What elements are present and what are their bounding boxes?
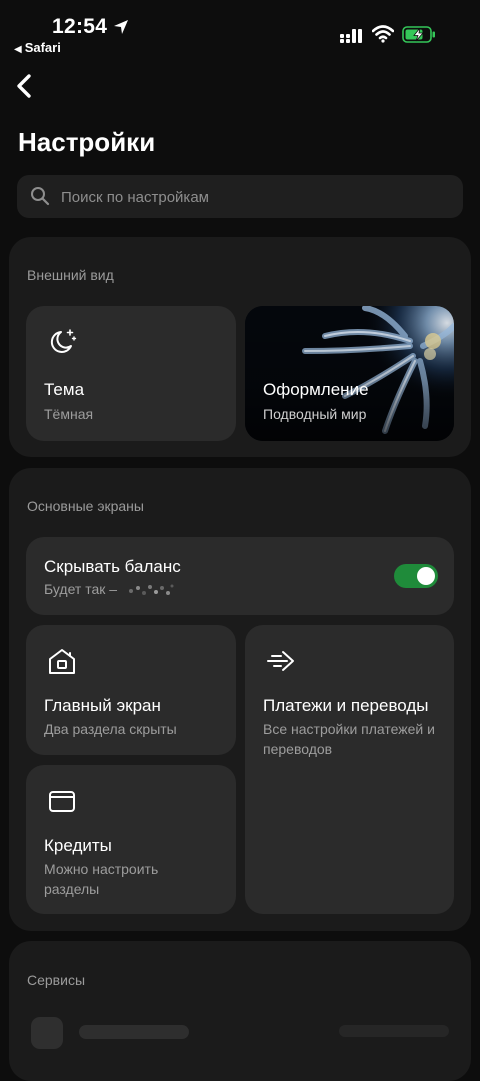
home-screen-title: Главный экран: [44, 696, 161, 715]
wifi-icon: [372, 25, 394, 43]
appearance-section-title: Внешний вид: [27, 267, 114, 283]
services-section: Сервисы: [9, 941, 471, 1081]
design-card[interactable]: Оформление Подводный мир: [245, 306, 454, 441]
credits-card[interactable]: Кредиты Можно настроить разделы: [26, 765, 236, 914]
home-screen-card[interactable]: Главный экран Два раздела скрыты: [26, 625, 236, 755]
main-screens-section-title: Основные экраны: [27, 498, 144, 514]
location-arrow-icon: [114, 20, 128, 34]
wallet-icon: [49, 791, 75, 812]
page-title: Настройки: [18, 127, 156, 157]
hide-balance-subtitle-text: Будет так –: [44, 581, 118, 597]
credits-subtitle: Можно настроить разделы: [44, 861, 159, 897]
house-icon: [49, 649, 75, 674]
hidden-balance-dots: [128, 584, 174, 596]
hide-balance-subtitle: Будет так –: [44, 579, 175, 599]
search-icon: [31, 187, 50, 206]
hide-balance-toggle[interactable]: [394, 564, 438, 588]
services-section-title: Сервисы: [27, 972, 86, 988]
main-screens-section: Основные экраны Скрывать баланс Будет та…: [9, 468, 471, 931]
payments-card[interactable]: Платежи и переводы Все настройки платеже…: [245, 625, 454, 914]
theme-subtitle: Тёмная: [44, 406, 94, 422]
search-input[interactable]: [59, 175, 443, 220]
arrow-right-motion-icon: [267, 651, 294, 671]
battery-charging-icon: [402, 26, 435, 43]
status-bar: 12:54 ◀ Safari: [0, 0, 480, 60]
payments-subtitle: Все настройки платежей и переводов: [263, 721, 435, 757]
hide-balance-title: Скрывать баланс: [44, 557, 181, 576]
service-icon-placeholder: [31, 1017, 63, 1049]
service-row-blurred[interactable]: [27, 1011, 457, 1051]
toggle-knob: [417, 567, 435, 585]
status-time: 12:54: [52, 15, 108, 38]
service-value-placeholder: [339, 1025, 449, 1037]
search-bar[interactable]: [17, 175, 463, 220]
back-triangle-icon: ◀: [14, 44, 22, 55]
moon-stars-icon: [50, 329, 77, 353]
back-button[interactable]: [10, 70, 40, 102]
theme-card[interactable]: Тема Тёмная: [26, 306, 236, 441]
cellular-signal-icon: [340, 29, 362, 43]
design-subtitle: Подводный мир: [263, 406, 367, 422]
back-app-label: Safari: [24, 40, 61, 55]
payments-title: Платежи и переводы: [263, 696, 429, 715]
back-to-app-link[interactable]: ◀ Safari: [14, 40, 61, 55]
credits-title: Кредиты: [44, 836, 112, 855]
hide-balance-card[interactable]: Скрывать баланс Будет так –: [26, 537, 454, 615]
appearance-section: Внешний вид Тема Тёмная Оформление Подво…: [9, 237, 471, 457]
design-title: Оформление: [263, 380, 369, 399]
service-label-placeholder: [79, 1025, 189, 1039]
home-screen-subtitle: Два раздела скрыты: [44, 721, 177, 737]
theme-title: Тема: [44, 380, 85, 399]
